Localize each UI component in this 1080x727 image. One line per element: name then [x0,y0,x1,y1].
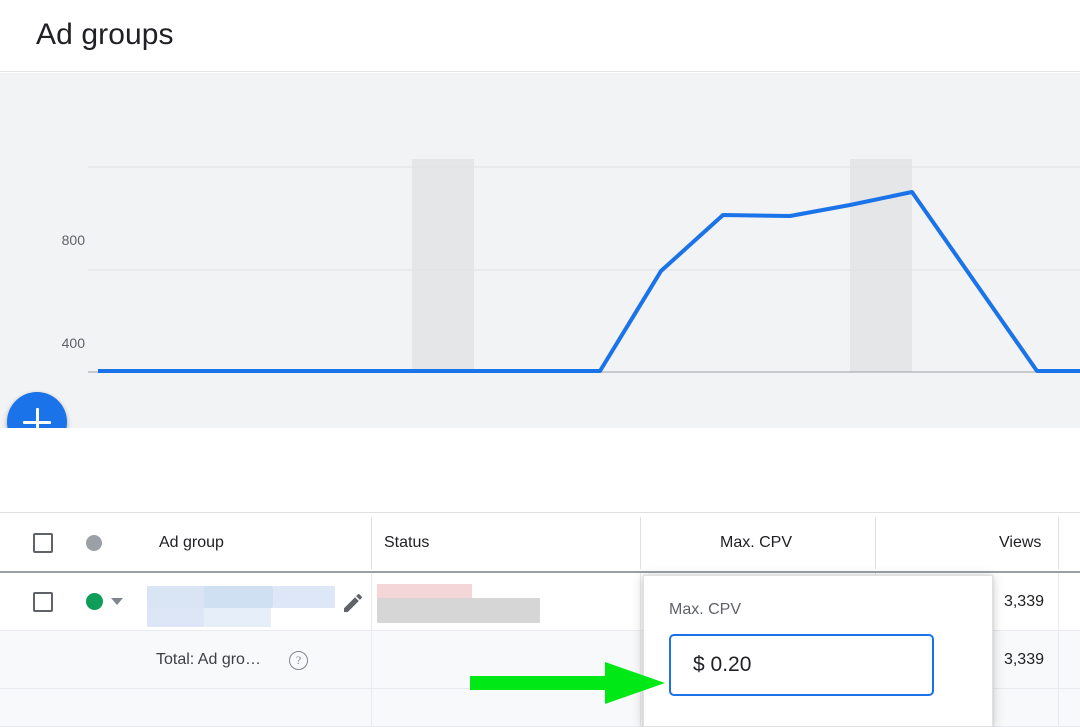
annotation-arrow-icon [470,662,665,704]
y-axis-tick-800: 800 [25,232,85,248]
table-header-row: Ad group Status Max. CPV Views [0,513,1080,573]
total-divider-status [371,631,372,689]
redacted-block [273,586,335,608]
max-cpv-edit-popup: Max. CPV $ 0.20 [643,575,993,727]
total-row-label: Total: Ad gro… [156,651,261,669]
column-divider-right [1058,517,1059,569]
column-header-status[interactable]: Status [384,534,429,552]
chart-line-views [98,192,1080,371]
row-divider-status [371,573,372,631]
partial-divider-status [371,689,372,727]
row-select-checkbox[interactable] [33,592,53,612]
status-dot-header-icon [86,535,102,551]
column-header-max-cpv[interactable]: Max. CPV [720,534,792,552]
chart-shaded-band-1 [412,159,474,372]
max-cpv-input[interactable]: $ 0.20 [669,634,934,696]
total-divider-right [1058,631,1059,689]
help-icon[interactable]: ? [289,651,308,670]
page-title: Ad groups [36,18,174,52]
column-divider-maxcpv [640,517,641,569]
column-divider-status [371,517,372,569]
redacted-block [377,598,540,623]
chart-svg [0,73,1080,428]
redacted-block [204,586,273,608]
row-divider-maxcpv [640,573,641,631]
partial-divider-right [1058,689,1059,727]
y-axis-tick-400: 400 [25,335,85,351]
chevron-down-icon[interactable] [111,598,123,605]
redacted-block [147,608,204,627]
performance-chart: 800 400 0 Aug 1, 2022 [0,73,1080,428]
row-divider-right [1058,573,1059,631]
chart-shaded-band-2 [850,159,912,372]
select-all-checkbox[interactable] [33,533,53,553]
page-header: Ad groups [0,0,1080,72]
column-header-views[interactable]: Views [999,534,1041,552]
status-indicator-dot[interactable] [86,593,103,610]
filter-bar: 1 Ad group status: All Add filter [0,428,1080,513]
app-root: Ad groups 800 400 0 Aug 1, 2022 1 [0,0,1080,727]
redacted-block [204,608,271,627]
column-divider-views [875,517,876,569]
edit-pencil-icon[interactable] [341,591,365,615]
column-header-ad-group[interactable]: Ad group [159,534,224,552]
max-cpv-popup-label: Max. CPV [669,601,741,619]
